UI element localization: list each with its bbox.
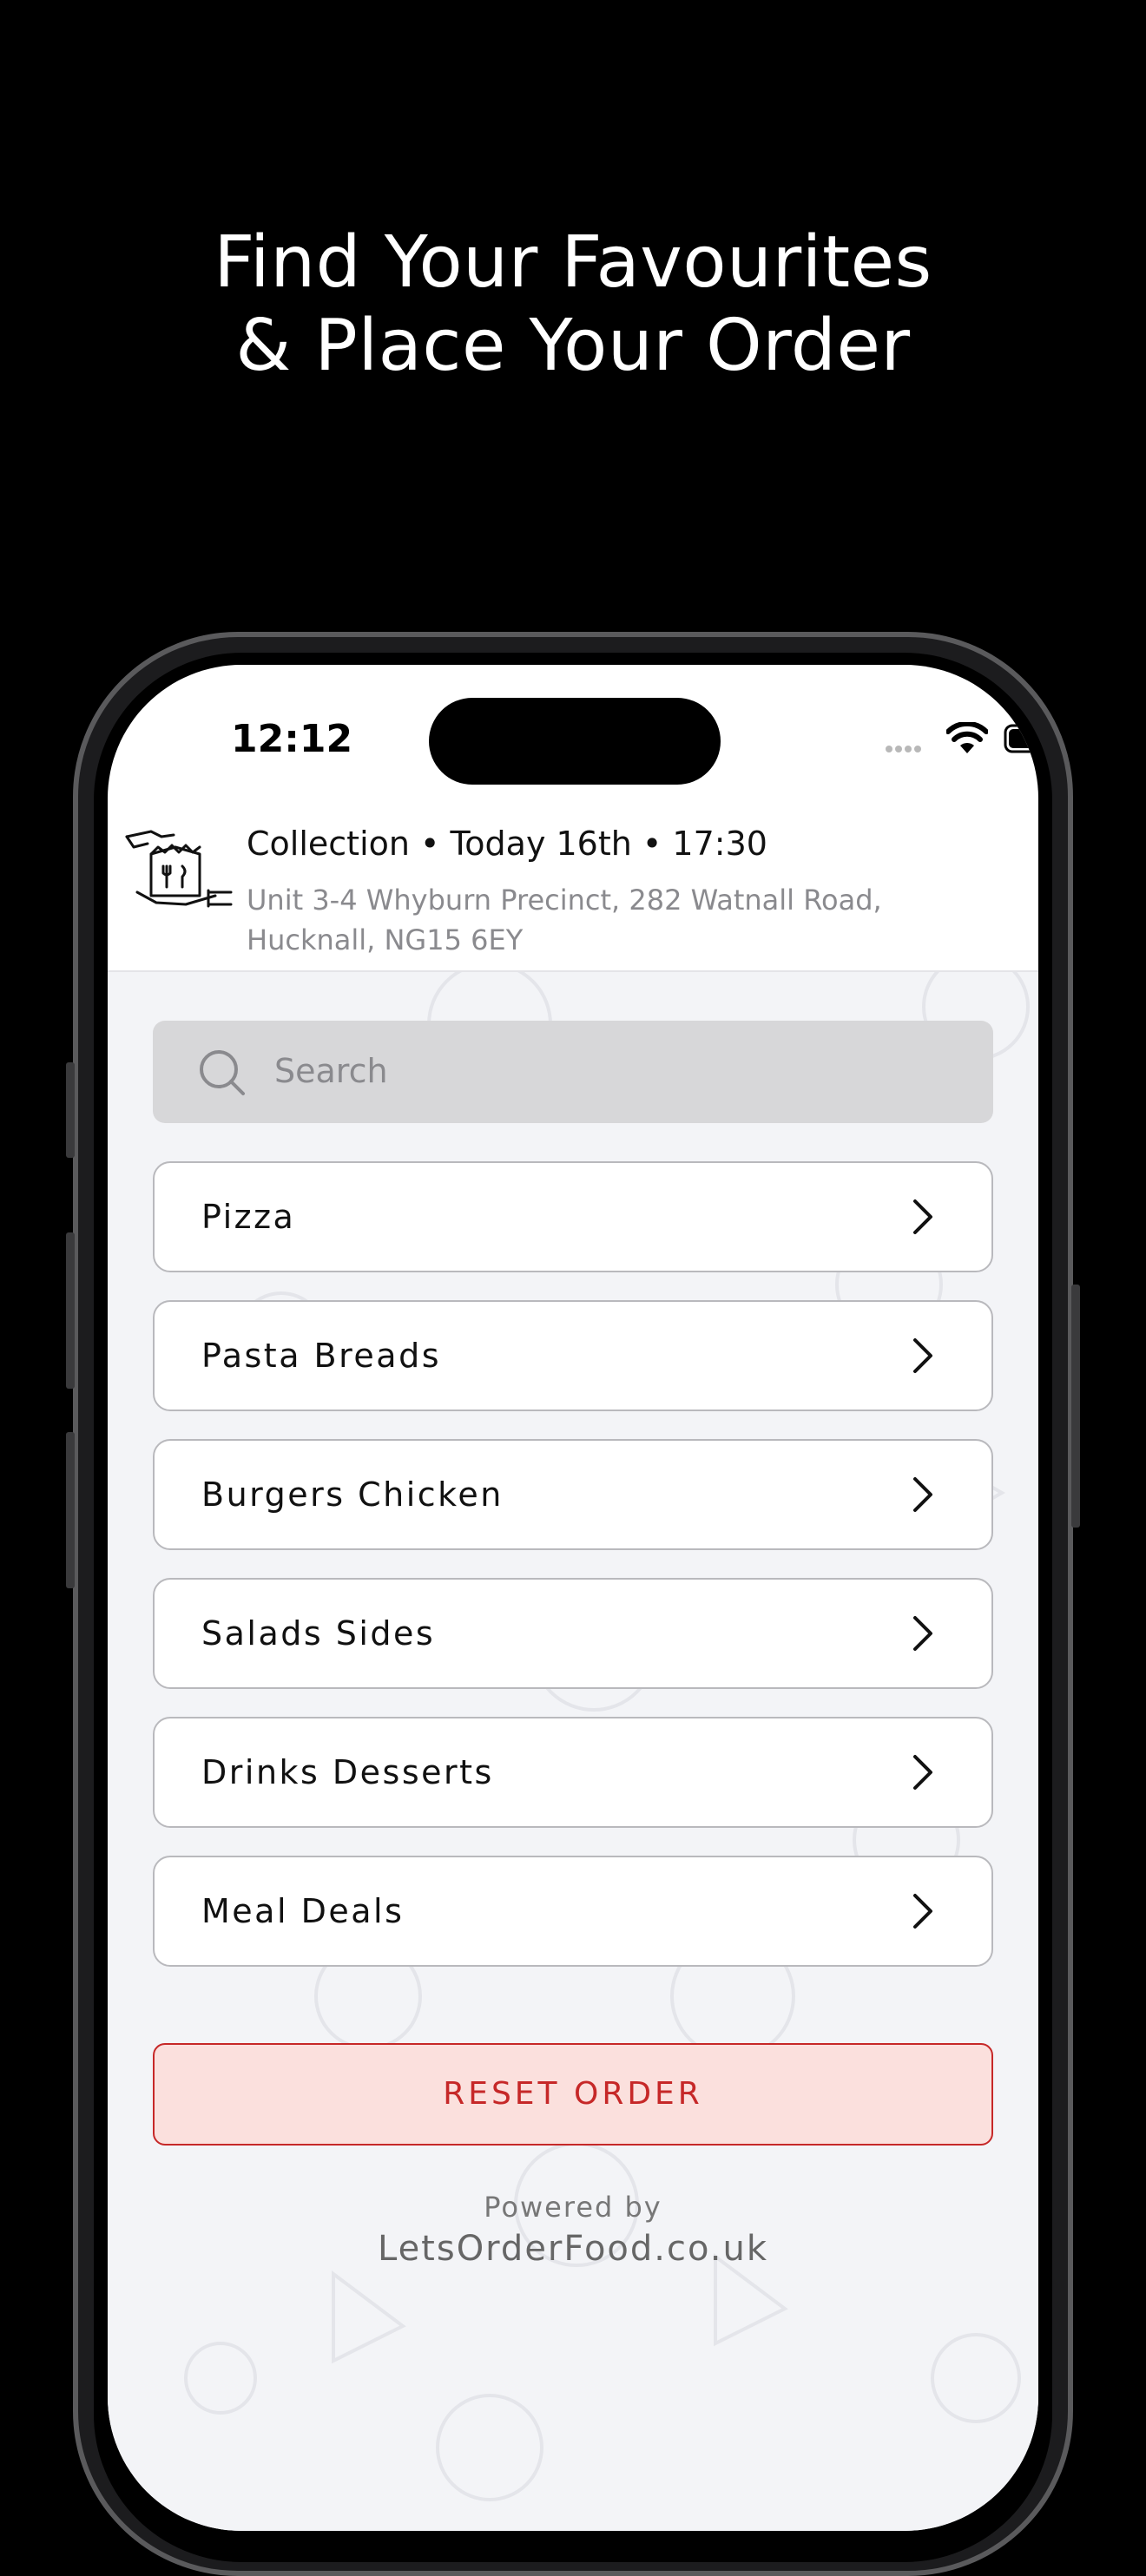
category-label: Pizza [201, 1198, 296, 1236]
promo-headline: Find Your Favourites & Place Your Order [0, 221, 1146, 388]
reset-order-button[interactable]: RESET ORDER [153, 2043, 993, 2146]
category-salads-sides[interactable]: Salads Sides [153, 1578, 993, 1689]
search-input[interactable]: Search [153, 1021, 993, 1123]
category-pizza[interactable]: Pizza [153, 1161, 993, 1272]
category-label: Meal Deals [201, 1892, 405, 1930]
status-time: 12:12 [231, 717, 353, 761]
address-line-2: Hucknall, NG15 6EY [247, 923, 524, 956]
wifi-icon [946, 722, 988, 753]
action-button [66, 1062, 75, 1158]
status-icons [776, 720, 1038, 756]
category-drinks-desserts[interactable]: Drinks Desserts [153, 1717, 993, 1828]
category-burgers-chicken[interactable]: Burgers Chicken [153, 1439, 993, 1550]
search-placeholder: Search [274, 1052, 388, 1090]
signal-icon [886, 739, 924, 756]
category-label: Drinks Desserts [201, 1753, 494, 1791]
chevron-right-icon [913, 1477, 932, 1512]
category-meal-deals[interactable]: Meal Deals [153, 1856, 993, 1967]
power-button [1071, 1285, 1080, 1528]
category-label: Burgers Chicken [201, 1475, 504, 1514]
category-label: Pasta Breads [201, 1337, 441, 1375]
reset-order-label: RESET ORDER [443, 2076, 703, 2112]
volume-down-button [66, 1432, 75, 1588]
store-address: Unit 3-4 Whyburn Precinct, 282 Watnall R… [247, 880, 958, 960]
battery-icon [1004, 724, 1038, 753]
promo-line-1: Find Your Favourites [214, 221, 932, 304]
volume-up-button [66, 1232, 75, 1389]
address-line-1: Unit 3-4 Whyburn Precinct, 282 Watnall R… [247, 884, 882, 917]
category-label: Salads Sides [201, 1614, 436, 1653]
chevron-right-icon [913, 1755, 932, 1790]
promo-line-2: & Place Your Order [235, 305, 911, 387]
category-pasta-breads[interactable]: Pasta Breads [153, 1300, 993, 1411]
menu-content: Search Pizza Pasta Breads Burgers Chicke… [108, 972, 1038, 2531]
chevron-right-icon [913, 1338, 932, 1373]
phone-screen: 12:12 Collection • Today 16th • 17:30 Un… [108, 665, 1038, 2531]
chevron-right-icon [913, 1199, 932, 1234]
dynamic-island [429, 698, 721, 785]
collection-summary: Collection • Today 16th • 17:30 [247, 825, 767, 863]
powered-by-label: Powered by [484, 2191, 662, 2224]
chevron-right-icon [913, 1616, 932, 1651]
search-icon [200, 1050, 245, 1095]
powered-by-site-link[interactable]: LetsOrderFood.co.uk [108, 2229, 1038, 2269]
order-header[interactable]: Collection • Today 16th • 17:30 Unit 3-4… [108, 804, 1038, 972]
collection-bag-icon [125, 830, 233, 908]
chevron-right-icon [913, 1894, 932, 1929]
